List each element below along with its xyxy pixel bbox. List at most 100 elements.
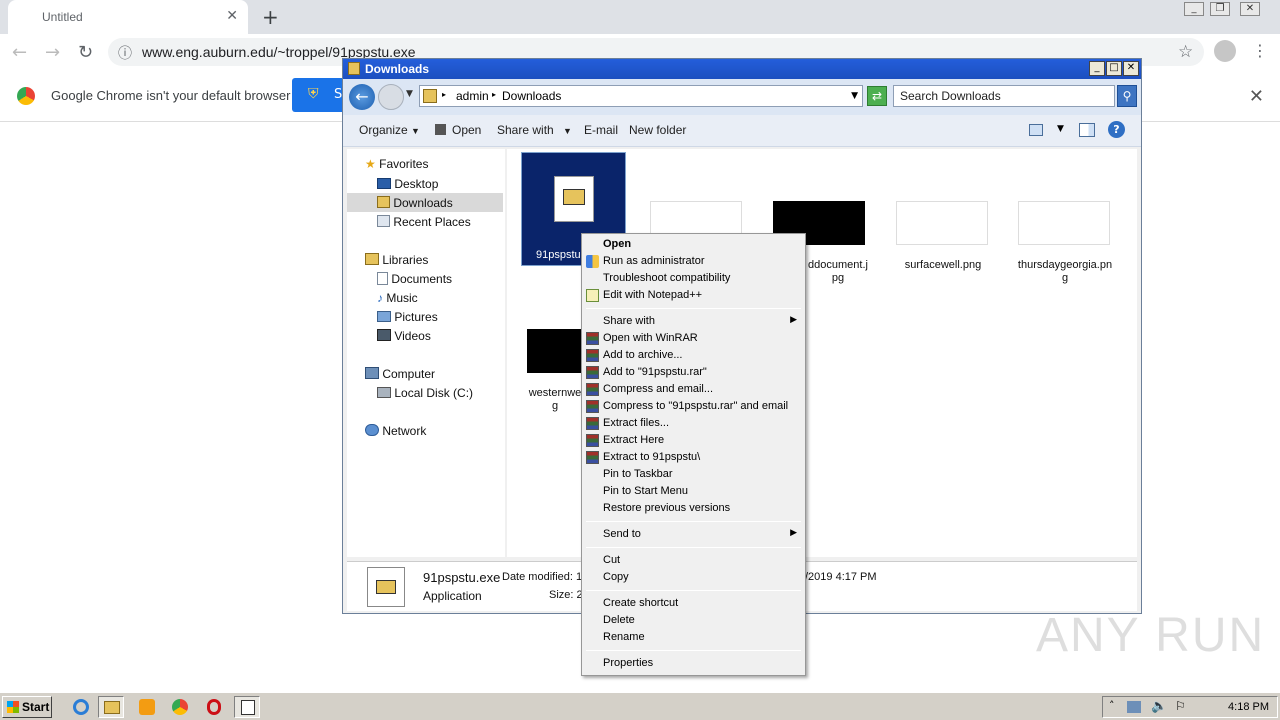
ie-taskbar-icon[interactable]	[68, 696, 94, 718]
menu-pin-taskbar[interactable]: Pin to Taskbar	[582, 466, 805, 483]
nav-documents[interactable]: Documents	[377, 272, 452, 286]
history-dropdown-icon[interactable]: ▼	[406, 89, 413, 99]
menu-edit-notepad[interactable]: Edit with Notepad++	[582, 287, 805, 304]
breadcrumb-downloads[interactable]: Downloads	[502, 89, 561, 103]
tray-expand-icon[interactable]: ˄	[1109, 699, 1115, 712]
info-icon[interactable]: ⓘ	[118, 43, 132, 63]
menu-add-rar[interactable]: Add to "91pspstu.rar"	[582, 364, 805, 381]
nav-videos[interactable]: Videos	[377, 329, 431, 343]
menu-create-shortcut[interactable]: Create shortcut	[582, 595, 805, 612]
bookmark-star-icon[interactable]: ☆	[1178, 42, 1193, 62]
breadcrumb-chevron-icon[interactable]: ▸	[492, 90, 496, 99]
menu-extract-to[interactable]: Extract to 91pspstu\	[582, 449, 805, 466]
profile-avatar-icon[interactable]	[1214, 40, 1236, 62]
infobar-close-icon[interactable]: ✕	[1249, 86, 1264, 107]
nav-desktop[interactable]: Desktop	[377, 177, 438, 191]
disk-icon	[377, 387, 391, 398]
nav-local-disk[interactable]: Local Disk (C:)	[377, 386, 473, 400]
media-player-taskbar-icon[interactable]	[134, 696, 160, 718]
menu-extract-files[interactable]: Extract files...	[582, 415, 805, 432]
menu-properties[interactable]: Properties	[582, 655, 805, 672]
nav-pictures[interactable]: Pictures	[377, 310, 438, 324]
close-window-button[interactable]: ✕	[1240, 2, 1260, 16]
menu-troubleshoot[interactable]: Troubleshoot compatibility	[582, 270, 805, 287]
menu-compress-rar-email[interactable]: Compress to "91pspstu.rar" and email	[582, 398, 805, 415]
menu-open-winrar[interactable]: Open with WinRAR	[582, 330, 805, 347]
breadcrumb-admin[interactable]: admin	[456, 89, 489, 103]
open-button[interactable]: Open	[435, 123, 481, 137]
explorer-back-icon[interactable]: ←	[349, 84, 375, 110]
organize-button[interactable]: Organize ▼	[359, 123, 420, 137]
reload-icon[interactable]: ↻	[78, 42, 93, 63]
explorer-close-button[interactable]: ✕	[1123, 61, 1139, 76]
explorer-taskbar-icon[interactable]	[98, 696, 124, 718]
explorer-minimize-button[interactable]: _	[1089, 61, 1105, 76]
refresh-icon[interactable]: ⇄	[867, 86, 887, 106]
window-title: Downloads	[365, 62, 430, 76]
file-thumbnail[interactable]	[1018, 201, 1110, 245]
menu-rename[interactable]: Rename	[582, 629, 805, 646]
address-row: ← ▼ ▸ admin ▸ Downloads ▼ ⇄ Search Downl…	[343, 79, 1141, 115]
nav-music[interactable]: ♪ Music	[377, 291, 418, 305]
menu-run-as-admin[interactable]: Run as administrator	[582, 253, 805, 270]
new-tab-button[interactable]: +	[262, 5, 279, 29]
explorer-address-bar[interactable]: ▸ admin ▸ Downloads ▼	[419, 85, 863, 107]
forward-icon[interactable]: →	[45, 42, 60, 63]
nav-network[interactable]: Network	[365, 424, 426, 438]
menu-compress-email[interactable]: Compress and email...	[582, 381, 805, 398]
file-name: ddocument.j pg	[808, 259, 868, 284]
menu-cut[interactable]: Cut	[582, 552, 805, 569]
explorer-maximize-button[interactable]: □	[1106, 61, 1122, 76]
email-button[interactable]: E-mail	[584, 123, 618, 137]
nav-computer-label: Computer	[382, 367, 436, 381]
nav-network-label: Network	[382, 424, 427, 438]
chrome-taskbar-icon[interactable]	[167, 696, 193, 718]
menu-delete[interactable]: Delete	[582, 612, 805, 629]
menu-copy[interactable]: Copy	[582, 569, 805, 586]
menu-kebab-icon[interactable]: ⋮	[1252, 41, 1268, 60]
help-icon[interactable]: ?	[1108, 121, 1125, 138]
network-tray-icon[interactable]	[1127, 701, 1141, 713]
app-taskbar-icon[interactable]	[234, 696, 260, 718]
view-dropdown-icon[interactable]: ▼	[1057, 124, 1064, 134]
volume-icon[interactable]: 🔈	[1151, 699, 1167, 714]
nav-favorites[interactable]: ★ Favorites	[365, 157, 428, 171]
exe-badge	[563, 189, 585, 205]
search-downloads-input[interactable]: Search Downloads	[893, 85, 1115, 107]
address-dropdown-icon[interactable]: ▼	[851, 91, 858, 101]
nav-computer[interactable]: Computer	[365, 367, 435, 381]
menu-open[interactable]: Open	[582, 236, 805, 253]
browser-tab[interactable]: Untitled ✕	[8, 0, 248, 34]
menu-extract-to-label: Extract to 91pspstu\	[603, 451, 701, 463]
explorer-forward-icon[interactable]	[378, 84, 404, 110]
detail-type: Application	[423, 589, 482, 603]
menu-pin-start[interactable]: Pin to Start Menu	[582, 483, 805, 500]
maximize-button[interactable]: ❐	[1210, 2, 1230, 16]
explorer-titlebar[interactable]: Downloads _ □ ✕	[343, 59, 1141, 79]
tab-close-icon[interactable]: ✕	[226, 8, 238, 24]
nav-recent-places[interactable]: Recent Places	[377, 215, 471, 229]
minimize-button[interactable]: _	[1184, 2, 1204, 16]
menu-delete-label: Delete	[603, 614, 635, 626]
share-with-button[interactable]: Share with ▼	[497, 123, 572, 137]
nav-recent-label: Recent Places	[393, 215, 471, 229]
menu-send-to[interactable]: Send to ▶	[582, 526, 805, 543]
flag-icon[interactable]: ⚐	[1175, 699, 1186, 713]
breadcrumb-chevron-icon[interactable]: ▸	[442, 90, 446, 99]
new-folder-button[interactable]: New folder	[629, 123, 686, 137]
view-options-icon[interactable]	[1029, 124, 1043, 136]
menu-add-archive[interactable]: Add to archive...	[582, 347, 805, 364]
menu-share-with[interactable]: Share with ▶	[582, 313, 805, 330]
clock[interactable]: 4:18 PM	[1228, 701, 1269, 713]
shield-icon: ⛨	[308, 86, 319, 102]
search-icon[interactable]: ⚲	[1117, 85, 1137, 107]
nav-libraries[interactable]: Libraries	[365, 253, 428, 267]
menu-extract-here[interactable]: Extract Here	[582, 432, 805, 449]
start-button[interactable]: Start	[2, 696, 52, 718]
opera-taskbar-icon[interactable]	[201, 696, 227, 718]
back-icon[interactable]: ←	[12, 42, 27, 63]
nav-downloads[interactable]: Downloads	[377, 196, 453, 210]
preview-pane-icon[interactable]	[1079, 123, 1095, 137]
menu-restore-versions[interactable]: Restore previous versions	[582, 500, 805, 517]
file-thumbnail[interactable]	[896, 201, 988, 245]
